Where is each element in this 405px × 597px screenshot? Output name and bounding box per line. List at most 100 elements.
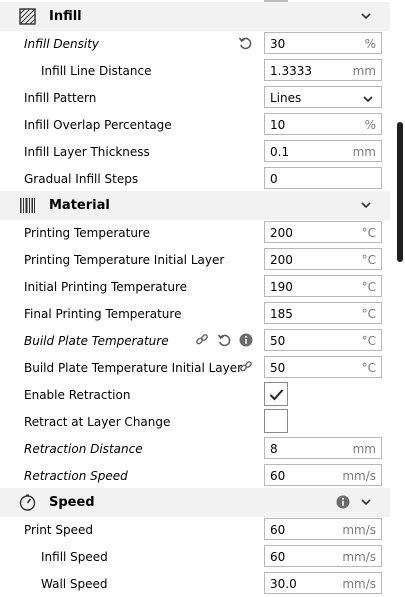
field-unit: °C bbox=[361, 307, 376, 321]
info-icon[interactable] bbox=[336, 495, 350, 509]
material-barcode-icon bbox=[19, 197, 36, 214]
checkmark-icon bbox=[269, 389, 284, 401]
setting-row-printing-temperature: Printing Temperature 200 °C bbox=[0, 219, 390, 246]
field-unit: mm bbox=[352, 64, 376, 78]
field-value: 190 bbox=[270, 280, 293, 294]
field-value: 200 bbox=[270, 253, 293, 267]
build-plate-temperature-initial-layer-input[interactable]: 50 °C bbox=[264, 356, 382, 378]
setting-label: Printing Temperature bbox=[24, 226, 150, 240]
setting-label: Build Plate Temperature bbox=[24, 334, 169, 348]
field-unit: mm/s bbox=[342, 577, 376, 591]
wall-speed-input[interactable]: 30.0 mm/s bbox=[264, 572, 382, 594]
field-value: 0 bbox=[270, 172, 278, 186]
field-value: 10 bbox=[270, 118, 286, 132]
setting-row-final-printing-temperature: Final Printing Temperature 185 °C bbox=[0, 300, 390, 327]
setting-row-retract-at-layer-change: Retract at Layer Change bbox=[0, 408, 390, 435]
setting-label: Printing Temperature Initial Layer bbox=[24, 253, 225, 267]
setting-row-retraction-speed: Retraction Speed 60 mm/s bbox=[0, 462, 390, 489]
field-value: 0.1 bbox=[270, 145, 290, 159]
field-value: 200 bbox=[270, 226, 293, 240]
printing-temperature-initial-layer-input[interactable]: 200 °C bbox=[264, 248, 382, 270]
setting-label: Print Speed bbox=[24, 523, 94, 537]
initial-printing-temperature-input[interactable]: 190 °C bbox=[264, 275, 382, 297]
infill-speed-input[interactable]: 60 mm/s bbox=[264, 545, 382, 567]
link-icon[interactable] bbox=[195, 333, 209, 347]
section-title: Infill bbox=[49, 9, 82, 24]
field-value: 60 bbox=[270, 523, 286, 537]
field-value: 50 bbox=[270, 361, 286, 375]
setting-row-retraction-distance: Retraction Distance 8 mm bbox=[0, 435, 390, 462]
setting-label: Infill Overlap Percentage bbox=[24, 118, 172, 132]
field-value: 1.3333 bbox=[270, 64, 312, 78]
setting-label: Retract at Layer Change bbox=[24, 415, 171, 429]
link-icon[interactable] bbox=[239, 360, 253, 374]
field-value: 60 bbox=[270, 550, 286, 564]
chevron-down-icon[interactable] bbox=[360, 10, 372, 22]
setting-row-infill-speed: Infill Speed 60 mm/s bbox=[0, 543, 390, 570]
section-header-material[interactable]: Material bbox=[0, 191, 390, 220]
field-unit: °C bbox=[361, 280, 376, 294]
field-unit: °C bbox=[361, 226, 376, 240]
field-value: 8 bbox=[270, 442, 278, 456]
chevron-down-icon[interactable] bbox=[360, 199, 372, 211]
chevron-down-icon[interactable] bbox=[360, 496, 372, 508]
setting-label: Infill Line Distance bbox=[41, 64, 152, 78]
setting-label: Infill Density bbox=[24, 37, 99, 51]
final-printing-temperature-input[interactable]: 185 °C bbox=[264, 302, 382, 324]
setting-row-print-speed: Print Speed 60 mm/s bbox=[0, 516, 390, 543]
setting-label: Retraction Speed bbox=[24, 469, 128, 483]
field-unit: % bbox=[364, 37, 376, 51]
section-header-infill[interactable]: Infill bbox=[0, 2, 390, 31]
setting-label: Retraction Distance bbox=[24, 442, 143, 456]
scrollbar-thumb[interactable] bbox=[397, 122, 403, 262]
setting-row-printing-temperature-initial-layer: Printing Temperature Initial Layer 200 °… bbox=[0, 246, 390, 273]
reset-icon[interactable] bbox=[217, 333, 231, 347]
infill-hatch-icon bbox=[19, 8, 36, 25]
speed-gauge-icon bbox=[19, 494, 36, 511]
retraction-speed-input[interactable]: 60 mm/s bbox=[264, 464, 382, 486]
field-value: Lines bbox=[270, 91, 302, 105]
section-header-speed[interactable]: Speed bbox=[0, 488, 390, 517]
field-unit: mm bbox=[352, 442, 376, 456]
infill-overlap-input[interactable]: 10 % bbox=[264, 113, 382, 135]
field-unit: mm/s bbox=[342, 550, 376, 564]
retraction-distance-input[interactable]: 8 mm bbox=[264, 437, 382, 459]
print-speed-input[interactable]: 60 mm/s bbox=[264, 518, 382, 540]
field-value: 185 bbox=[270, 307, 293, 321]
setting-label: Enable Retraction bbox=[24, 388, 131, 402]
infill-line-distance-input[interactable]: 1.3333 mm bbox=[264, 59, 382, 81]
field-unit: mm/s bbox=[342, 523, 376, 537]
reset-icon[interactable] bbox=[238, 36, 252, 50]
setting-row-build-plate-temperature-initial-layer: Build Plate Temperature Initial Layer 50… bbox=[0, 354, 390, 381]
setting-label: Wall Speed bbox=[41, 577, 108, 591]
retract-at-layer-change-checkbox[interactable] bbox=[264, 409, 288, 433]
enable-retraction-checkbox[interactable] bbox=[264, 382, 288, 406]
printing-temperature-input[interactable]: 200 °C bbox=[264, 221, 382, 243]
section-title: Speed bbox=[49, 495, 95, 510]
setting-row-infill-line-distance: Infill Line Distance 1.3333 mm bbox=[0, 57, 390, 84]
infill-density-input[interactable]: 30 % bbox=[264, 32, 382, 54]
setting-label: Infill Pattern bbox=[24, 91, 97, 105]
field-unit: mm bbox=[352, 145, 376, 159]
setting-row-infill-pattern: Infill Pattern Lines bbox=[0, 84, 390, 111]
field-unit: mm/s bbox=[342, 469, 376, 483]
chevron-down-icon bbox=[363, 93, 373, 103]
setting-row-build-plate-temperature: Build Plate Temperature 50 °C bbox=[0, 327, 390, 354]
build-plate-temperature-input[interactable]: 50 °C bbox=[264, 329, 382, 351]
setting-label: Gradual Infill Steps bbox=[24, 172, 139, 186]
field-unit: °C bbox=[361, 334, 376, 348]
field-value: 30 bbox=[270, 37, 286, 51]
setting-label: Infill Speed bbox=[41, 550, 108, 564]
info-icon[interactable] bbox=[239, 333, 253, 347]
gradual-infill-steps-input[interactable]: 0 bbox=[264, 167, 382, 189]
infill-pattern-select[interactable]: Lines bbox=[264, 86, 382, 108]
setting-label: Build Plate Temperature Initial Layer bbox=[24, 361, 243, 375]
field-unit: °C bbox=[361, 253, 376, 267]
field-value: 60 bbox=[270, 469, 286, 483]
setting-row-initial-printing-temperature: Initial Printing Temperature 190 °C bbox=[0, 273, 390, 300]
infill-layer-thickness-input[interactable]: 0.1 mm bbox=[264, 140, 382, 162]
setting-label: Initial Printing Temperature bbox=[24, 280, 188, 294]
field-value: 50 bbox=[270, 334, 286, 348]
setting-row-wall-speed: Wall Speed 30.0 mm/s bbox=[0, 570, 390, 597]
field-unit: °C bbox=[361, 361, 376, 375]
